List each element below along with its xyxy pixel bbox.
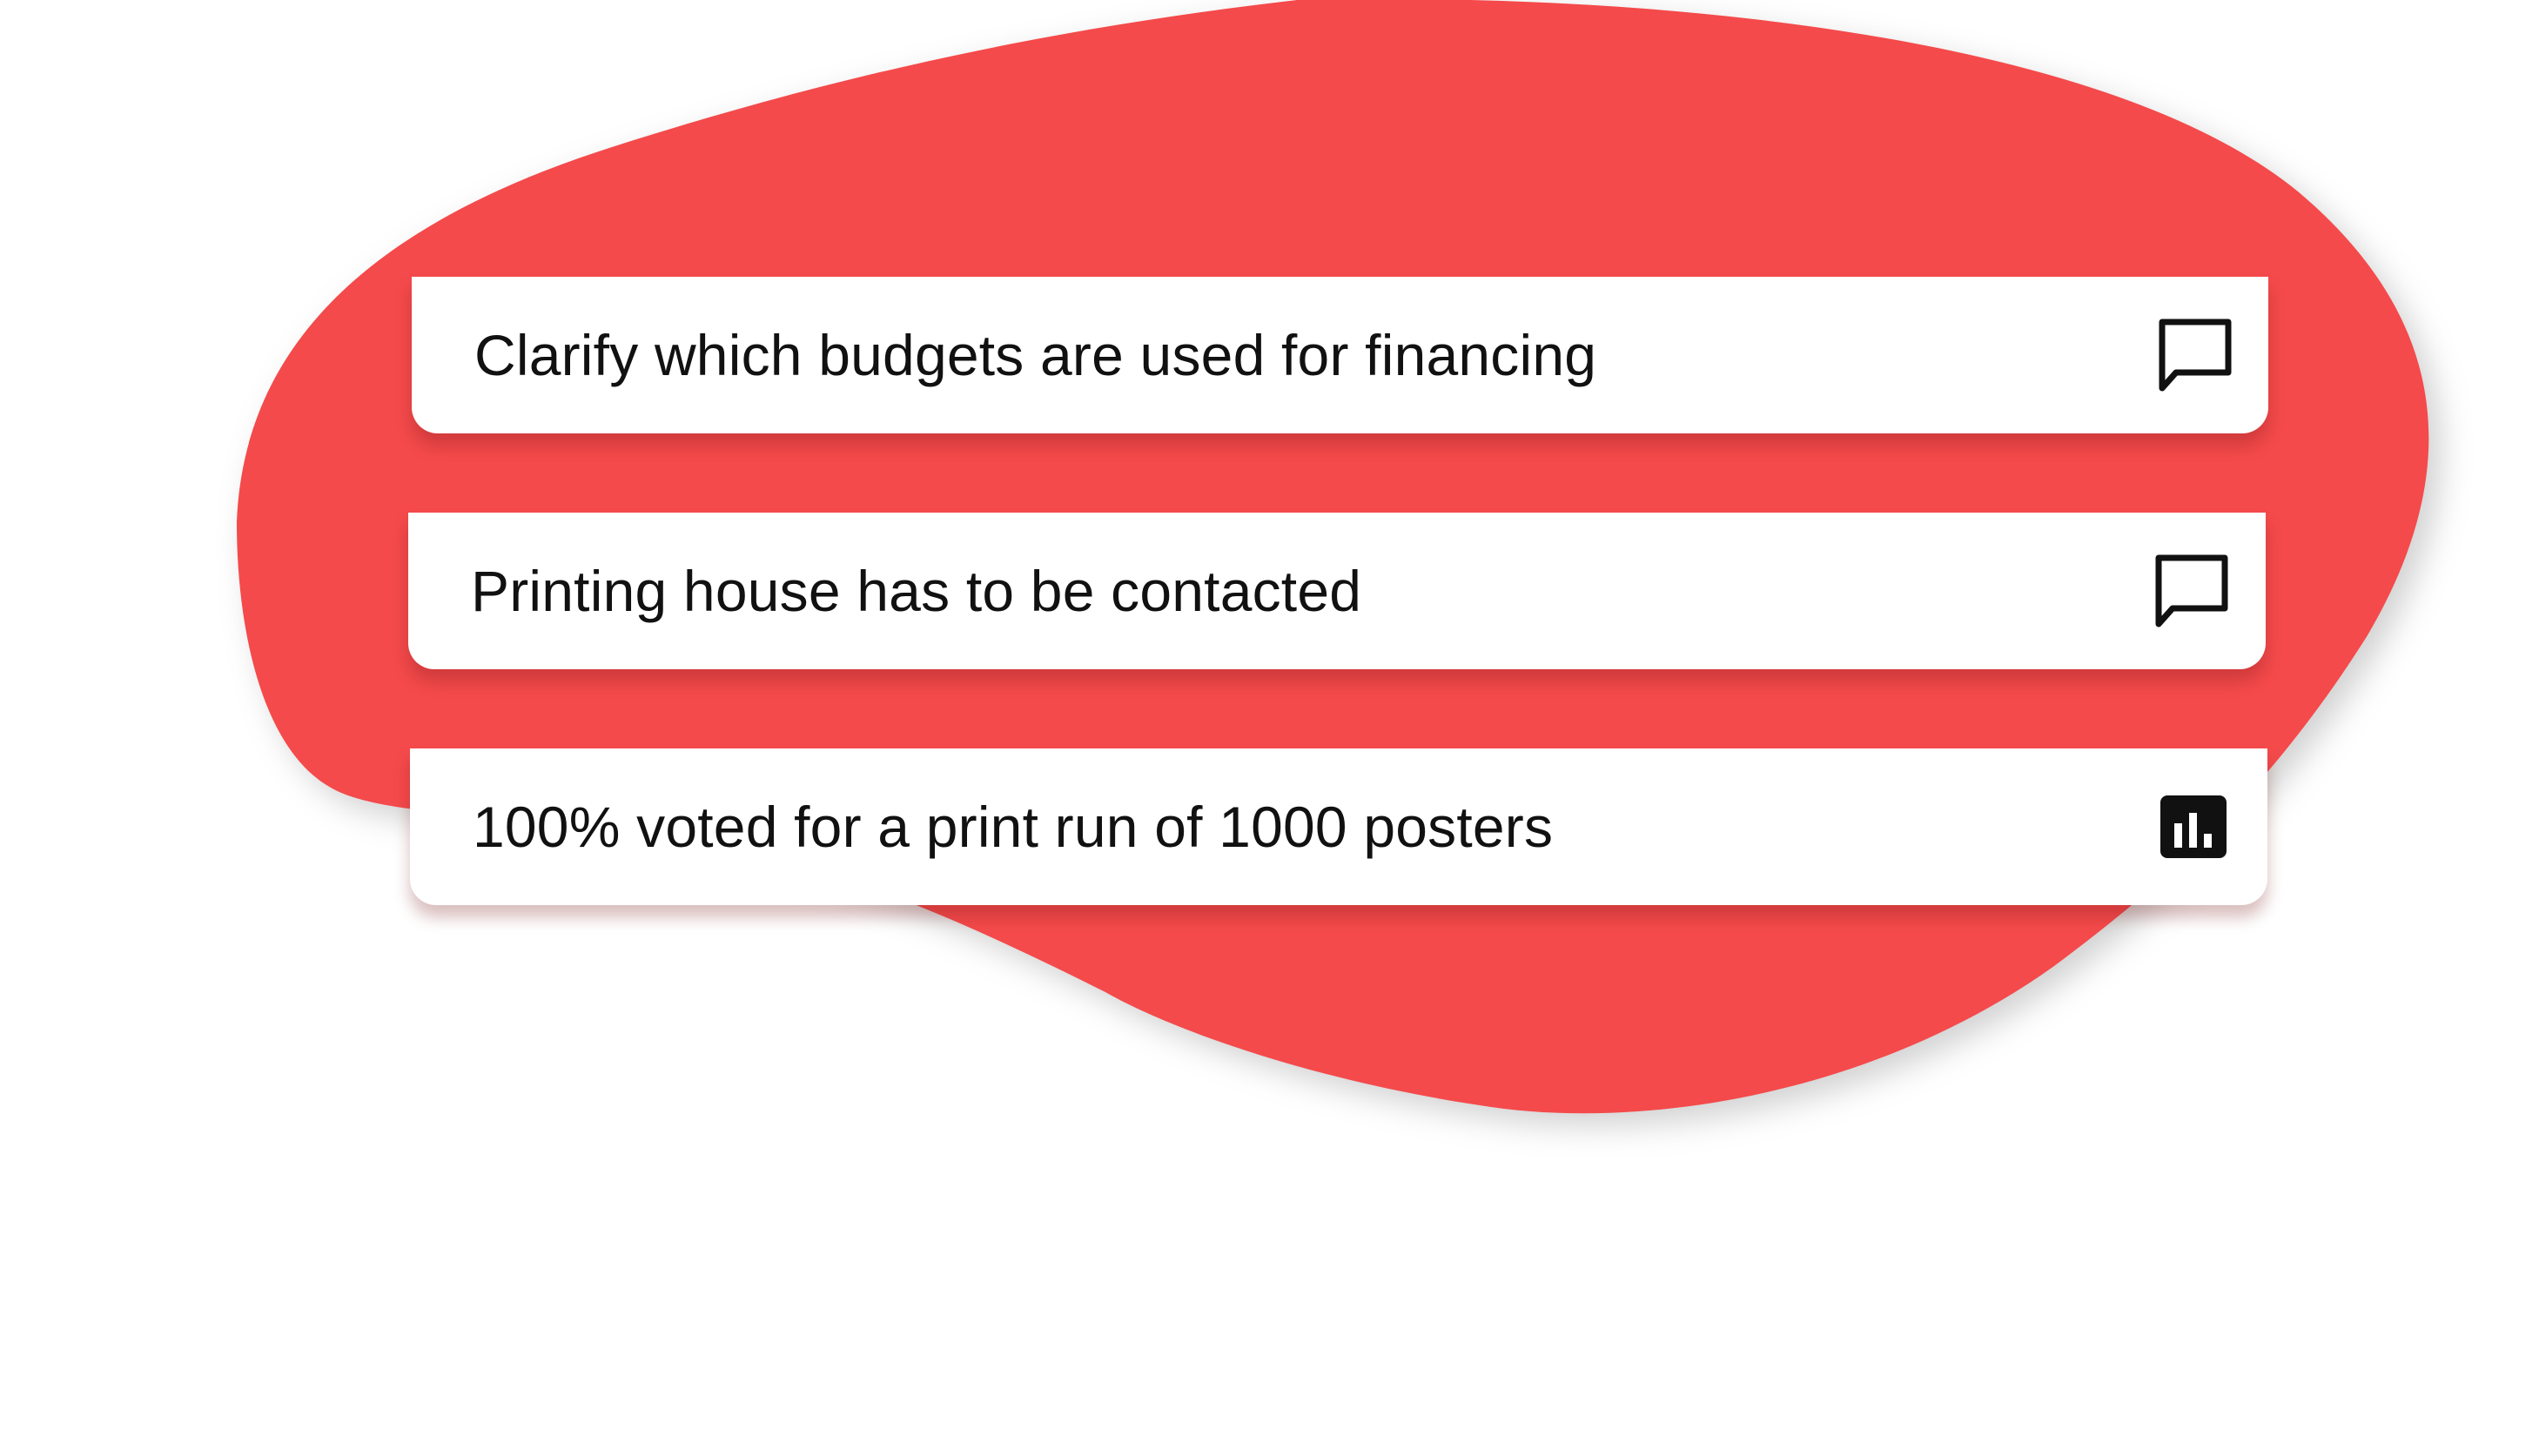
task-card[interactable]: Printing house has to be contacted bbox=[408, 513, 2266, 669]
canvas: Clarify which budgets are used for finan… bbox=[0, 0, 2539, 1456]
poll-card[interactable]: 100% voted for a print run of 1000 poste… bbox=[410, 748, 2267, 905]
task-card[interactable]: Clarify which budgets are used for finan… bbox=[412, 277, 2268, 433]
task-card-text: Clarify which budgets are used for finan… bbox=[474, 323, 1597, 387]
comment-icon[interactable] bbox=[2152, 551, 2232, 631]
poll-icon[interactable] bbox=[2153, 787, 2233, 867]
comment-icon[interactable] bbox=[2155, 315, 2235, 395]
background-blob bbox=[237, 0, 2429, 1114]
poll-card-text: 100% voted for a print run of 1000 poste… bbox=[473, 795, 1554, 859]
task-card-text: Printing house has to be contacted bbox=[471, 559, 1362, 623]
